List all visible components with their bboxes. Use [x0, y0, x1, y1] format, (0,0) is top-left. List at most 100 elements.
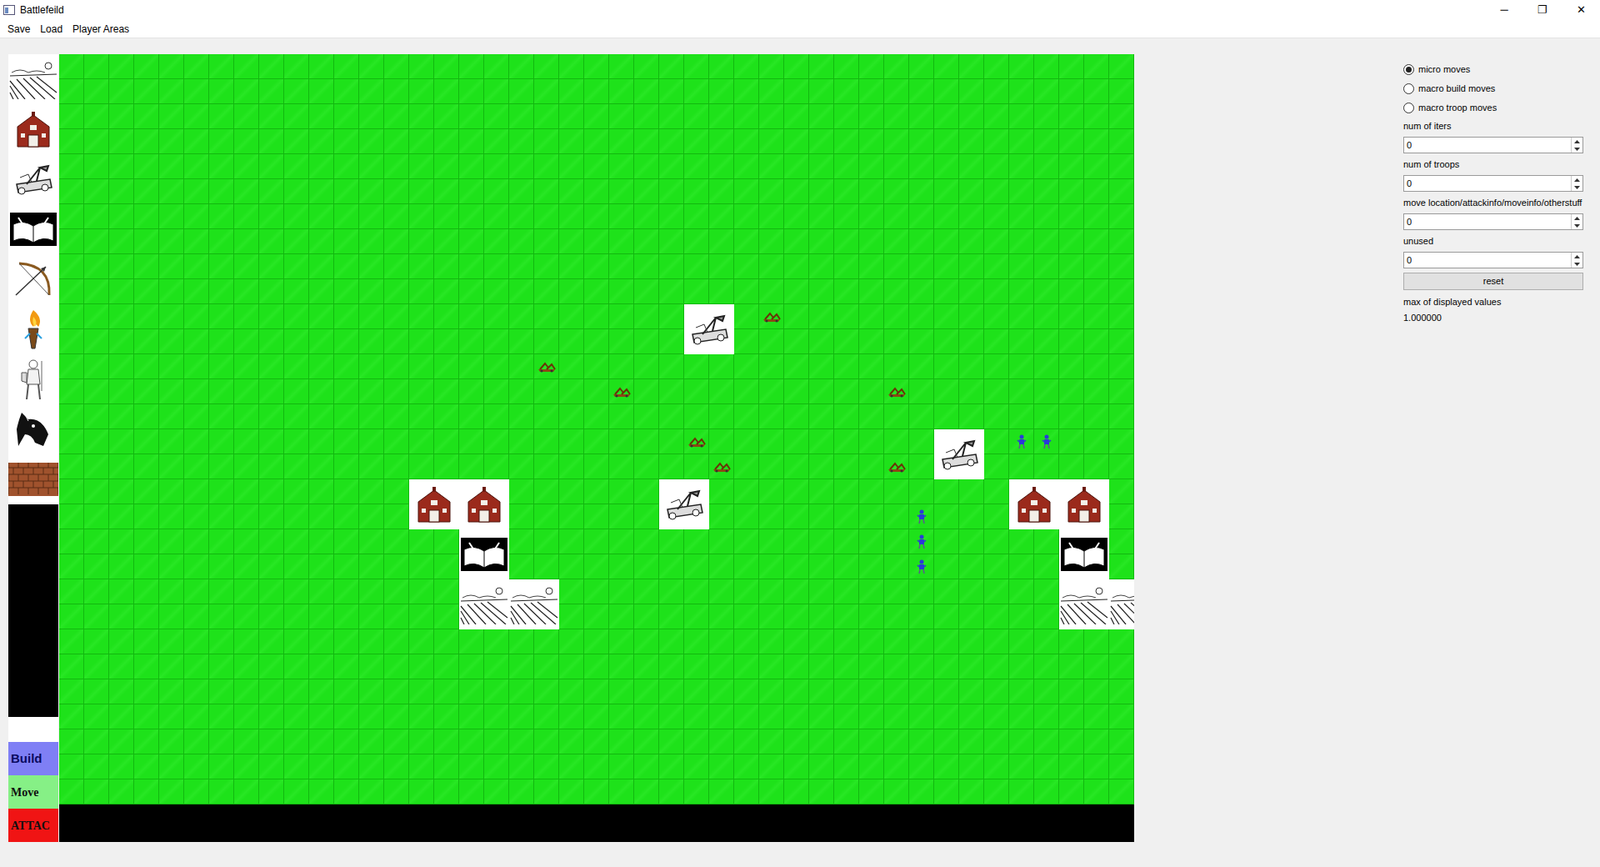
- map-cell[interactable]: [959, 354, 985, 380]
- farm-piece[interactable]: [1059, 579, 1110, 630]
- map-cell[interactable]: [184, 354, 210, 380]
- map-cell[interactable]: [859, 304, 885, 330]
- map-cell[interactable]: [184, 429, 210, 455]
- map-cell[interactable]: [634, 404, 660, 430]
- map-cell[interactable]: [734, 679, 760, 705]
- map-cell[interactable]: [434, 329, 460, 355]
- map-cell[interactable]: [434, 729, 460, 755]
- map-cell[interactable]: [234, 704, 260, 730]
- map-cell[interactable]: [234, 629, 260, 655]
- map-cell[interactable]: [709, 729, 735, 755]
- map-cell[interactable]: [284, 254, 310, 280]
- map-cell[interactable]: [134, 154, 160, 180]
- map-cell[interactable]: [159, 479, 185, 505]
- map-cell[interactable]: [734, 629, 760, 655]
- map-cell[interactable]: [684, 179, 710, 205]
- map-cell[interactable]: [284, 779, 310, 805]
- siege-piece[interactable]: [759, 304, 785, 330]
- map-cell[interactable]: [809, 404, 835, 430]
- map-cell[interactable]: [609, 304, 635, 330]
- map-cell[interactable]: [334, 304, 360, 330]
- map-cell[interactable]: [434, 379, 460, 405]
- map-cell[interactable]: [334, 229, 360, 255]
- map-cell[interactable]: [84, 204, 110, 230]
- map-cell[interactable]: [709, 704, 735, 730]
- siege-piece[interactable]: [609, 379, 635, 405]
- map-cell[interactable]: [559, 279, 585, 305]
- map-cell[interactable]: [59, 754, 85, 780]
- map-cell[interactable]: [809, 454, 835, 480]
- map-cell[interactable]: [509, 254, 535, 280]
- map-cell[interactable]: [284, 754, 310, 780]
- map-cell[interactable]: [684, 129, 710, 155]
- map-cell[interactable]: [309, 229, 335, 255]
- map-cell[interactable]: [1084, 229, 1110, 255]
- soldier-piece[interactable]: [909, 529, 935, 555]
- map-cell[interactable]: [834, 529, 860, 555]
- map-cell[interactable]: [759, 154, 785, 180]
- map-cell[interactable]: [409, 779, 435, 805]
- map-cell[interactable]: [284, 104, 310, 130]
- map-cell[interactable]: [109, 129, 135, 155]
- map-cell[interactable]: [159, 504, 185, 530]
- map-cell[interactable]: [259, 229, 285, 255]
- map-cell[interactable]: [184, 279, 210, 305]
- map-cell[interactable]: [934, 79, 960, 105]
- map-cell[interactable]: [1109, 454, 1135, 480]
- map-cell[interactable]: [159, 254, 185, 280]
- map-cell[interactable]: [909, 254, 935, 280]
- map-cell[interactable]: [359, 79, 385, 105]
- map-cell[interactable]: [109, 254, 135, 280]
- map-cell[interactable]: [509, 179, 535, 205]
- map-cell[interactable]: [734, 554, 760, 580]
- action-button[interactable]: Move: [8, 775, 59, 809]
- map-cell[interactable]: [259, 404, 285, 430]
- map-cell[interactable]: [534, 329, 560, 355]
- map-cell[interactable]: [409, 754, 435, 780]
- map-cell[interactable]: [559, 179, 585, 205]
- map-cell[interactable]: [709, 229, 735, 255]
- map-cell[interactable]: [684, 729, 710, 755]
- map-cell[interactable]: [209, 654, 235, 680]
- map-cell[interactable]: [509, 654, 535, 680]
- map-cell[interactable]: [959, 504, 985, 530]
- map-cell[interactable]: [709, 779, 735, 805]
- map-cell[interactable]: [534, 704, 560, 730]
- map-cell[interactable]: [609, 229, 635, 255]
- map-cell[interactable]: [759, 179, 785, 205]
- map-cell[interactable]: [84, 529, 110, 555]
- map-cell[interactable]: [809, 629, 835, 655]
- map-cell[interactable]: [709, 204, 735, 230]
- map-cell[interactable]: [609, 504, 635, 530]
- map-cell[interactable]: [184, 654, 210, 680]
- map-cell[interactable]: [784, 529, 810, 555]
- map-cell[interactable]: [1034, 254, 1060, 280]
- map-cell[interactable]: [984, 354, 1010, 380]
- map-cell[interactable]: [134, 504, 160, 530]
- map-cell[interactable]: [284, 554, 310, 580]
- map-cell[interactable]: [734, 479, 760, 505]
- map-cell[interactable]: [684, 54, 710, 80]
- map-cell[interactable]: [334, 479, 360, 505]
- map-cell[interactable]: [559, 579, 585, 605]
- map-cell[interactable]: [309, 154, 335, 180]
- map-cell[interactable]: [959, 79, 985, 105]
- map-cell[interactable]: [984, 204, 1010, 230]
- map-cell[interactable]: [859, 679, 885, 705]
- map-cell[interactable]: [684, 704, 710, 730]
- map-cell[interactable]: [834, 704, 860, 730]
- map-cell[interactable]: [134, 479, 160, 505]
- map-cell[interactable]: [484, 304, 510, 330]
- map-cell[interactable]: [784, 629, 810, 655]
- map-cell[interactable]: [709, 529, 735, 555]
- map-cell[interactable]: [184, 379, 210, 405]
- map-cell[interactable]: [1109, 779, 1135, 805]
- map-cell[interactable]: [659, 579, 685, 605]
- map-cell[interactable]: [309, 629, 335, 655]
- map-cell[interactable]: [459, 754, 485, 780]
- map-cell[interactable]: [534, 204, 560, 230]
- map-cell[interactable]: [159, 429, 185, 455]
- map-cell[interactable]: [259, 654, 285, 680]
- map-cell[interactable]: [609, 779, 635, 805]
- map-cell[interactable]: [509, 79, 535, 105]
